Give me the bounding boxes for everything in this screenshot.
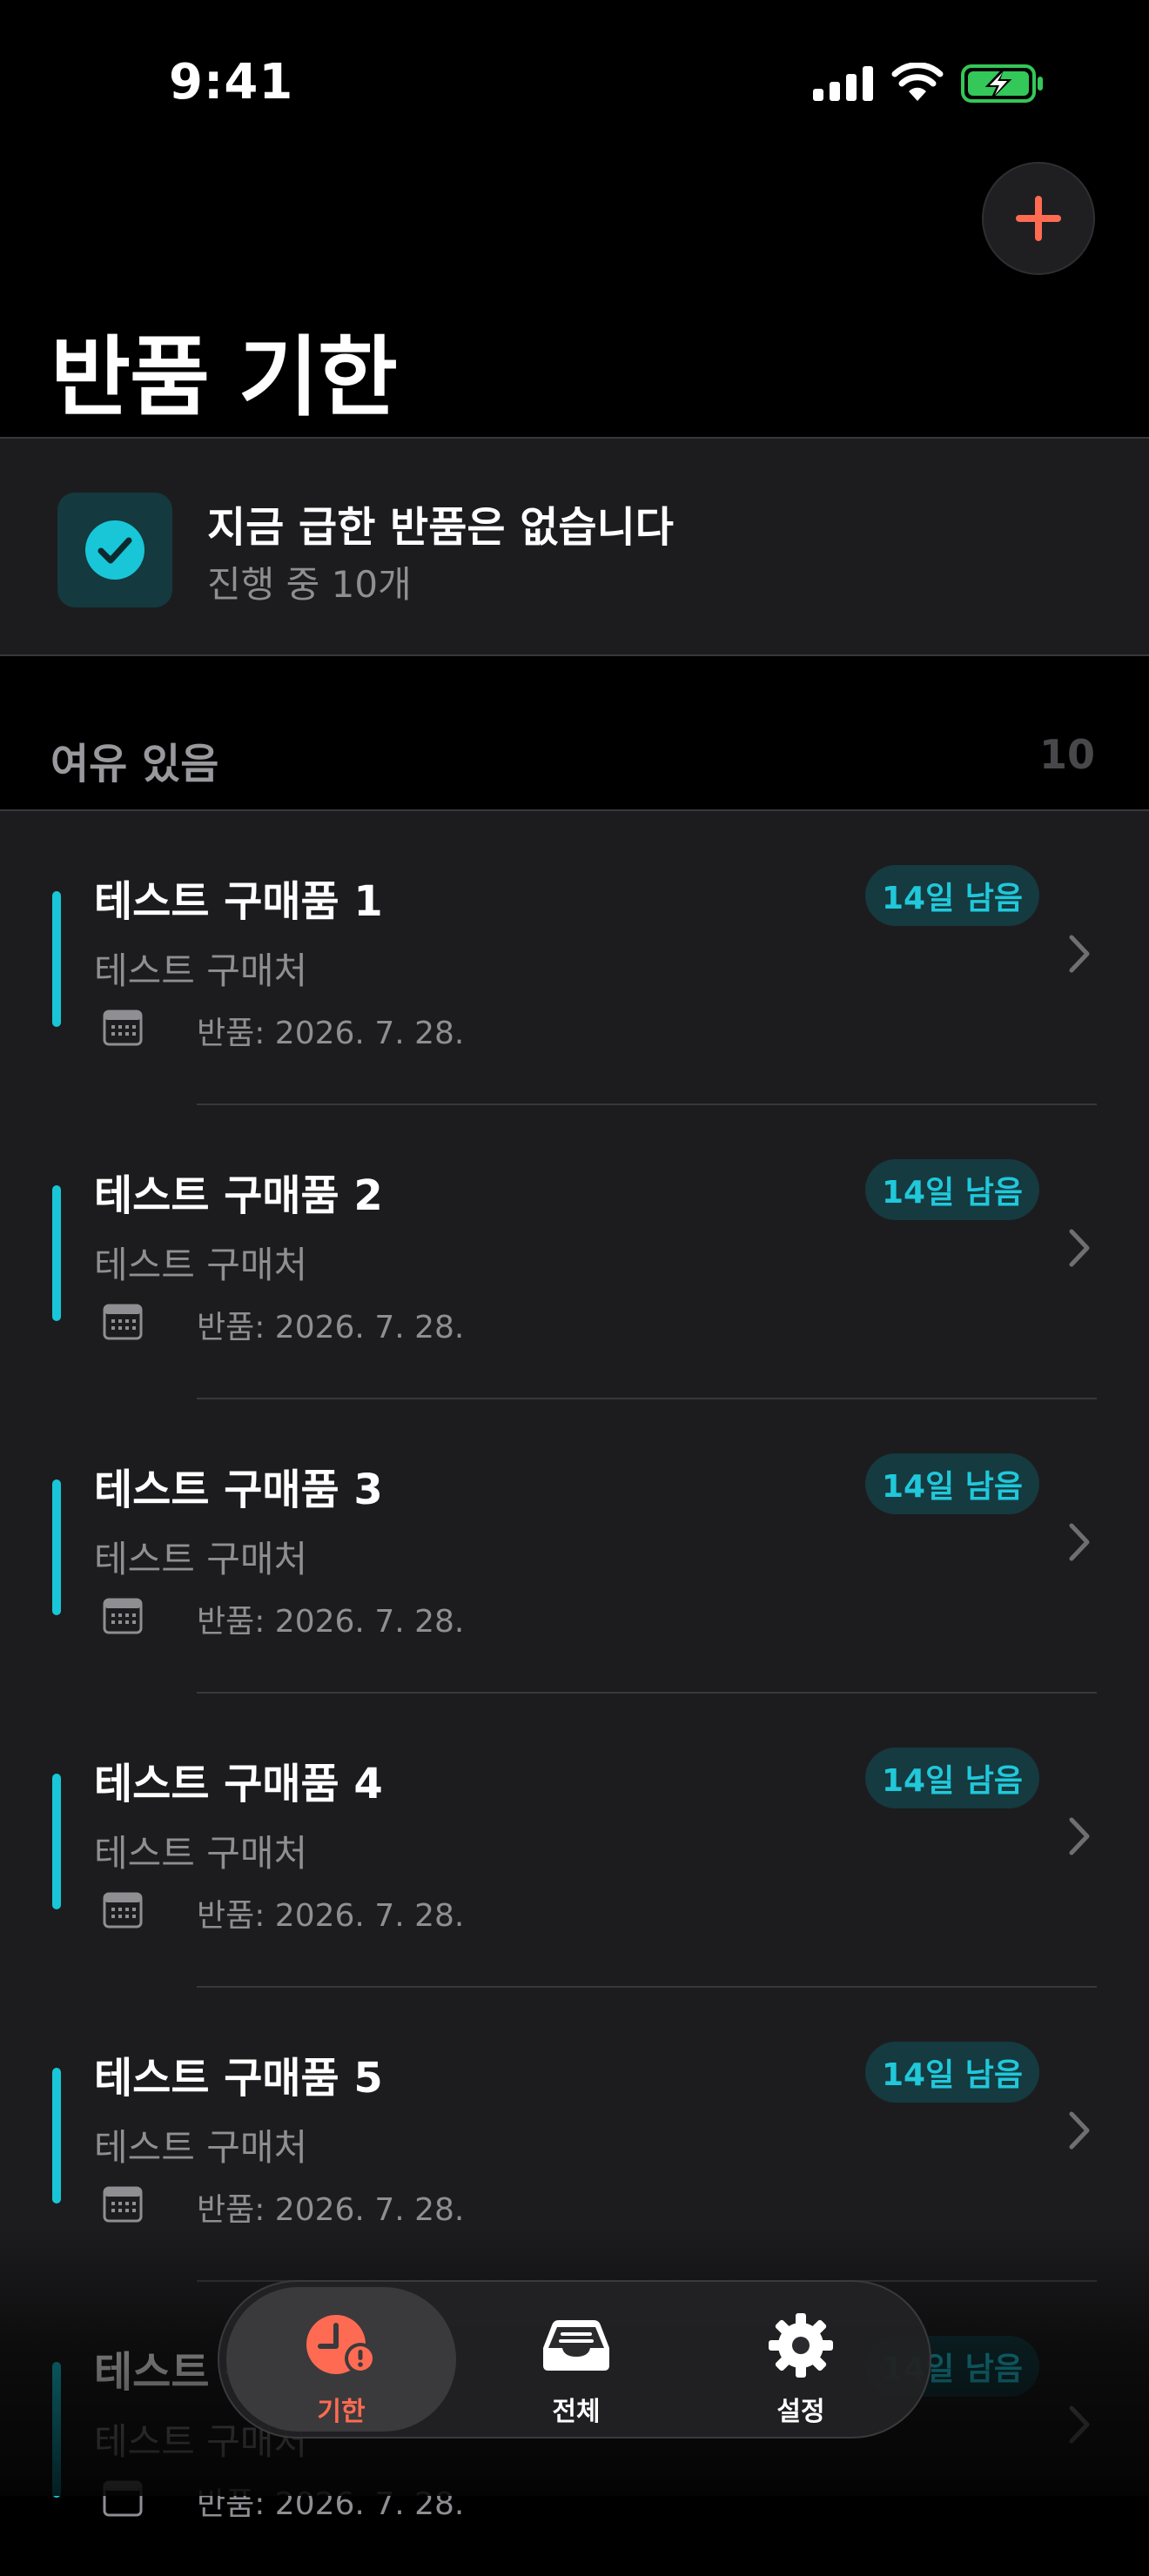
item-store: 테스트 구매처 [94, 1538, 308, 1580]
item-return-date: 반품: 2026. 7. 28. [197, 1604, 465, 1640]
chevron-right-icon [1069, 1523, 1090, 1561]
checkmark-icon [85, 520, 144, 580]
summary-status-icon [57, 493, 172, 607]
return-list: 테스트 구매품 1 테스트 구매처 반품: 2026. 7. 28. 14일 남… [0, 809, 1149, 2522]
status-bar: 9:41 [0, 0, 1149, 165]
calendar-icon [103, 1304, 143, 1340]
list-item[interactable]: 테스트 구매품 5 테스트 구매처 반품: 2026. 7. 28. 14일 남… [0, 1988, 1149, 2282]
calendar-icon [103, 1010, 143, 1046]
list-item[interactable]: 테스트 구매품 4 테스트 구매처 반품: 2026. 7. 28. 14일 남… [0, 1694, 1149, 1988]
tab-settings[interactable]: 설정 [686, 2287, 916, 2432]
tray-icon [543, 2320, 609, 2371]
battery-charging-icon [961, 64, 1043, 103]
summary-title: 지금 급한 반품은 없습니다 [207, 503, 674, 552]
item-title: 테스트 구매품 1 [94, 877, 383, 926]
clock-alert-icon [306, 2315, 376, 2374]
days-left-badge: 14일 남음 [865, 865, 1039, 926]
tab-label: 설정 [776, 2397, 825, 2427]
item-return-date: 반품: 2026. 7. 28. [197, 2486, 465, 2522]
item-return-date: 반품: 2026. 7. 28. [197, 1016, 465, 1051]
urgency-bar [52, 2068, 61, 2204]
item-store: 테스트 구매처 [94, 2126, 308, 2169]
item-return-date: 반품: 2026. 7. 28. [197, 1898, 465, 1934]
section-header: 여유 있음 10 [0, 661, 1149, 809]
chevron-right-icon [1069, 1229, 1090, 1267]
summary-subtitle: 진행 중 10개 [207, 563, 412, 606]
gear-icon [769, 2313, 833, 2378]
item-title: 테스트 구매품 2 [94, 1171, 383, 1220]
item-store: 테스트 구매처 [94, 949, 308, 992]
days-left-badge: 14일 남음 [865, 1748, 1039, 1808]
days-left-badge: 14일 남음 [865, 1159, 1039, 1220]
cellular-signal-icon [813, 66, 873, 101]
tab-label: 전체 [552, 2397, 601, 2427]
item-return-date: 반품: 2026. 7. 28. [197, 2192, 465, 2228]
tab-label: 기한 [317, 2397, 366, 2427]
item-return-date: 반품: 2026. 7. 28. [197, 1310, 465, 1345]
chevron-right-icon [1069, 2111, 1090, 2150]
list-item[interactable]: 테스트 구매품 2 테스트 구매처 반품: 2026. 7. 28. 14일 남… [0, 1105, 1149, 1399]
tab-deadline[interactable]: 기한 [226, 2287, 456, 2432]
item-title: 테스트 구매품 3 [94, 1466, 383, 1514]
item-store: 테스트 구매처 [94, 1244, 308, 1286]
chevron-right-icon [1069, 935, 1090, 973]
tab-all[interactable]: 전체 [461, 2287, 691, 2432]
list-item[interactable]: 테스트 구매품 1 테스트 구매처 반품: 2026. 7. 28. 14일 남… [0, 811, 1149, 1105]
plus-icon [1016, 196, 1061, 241]
wifi-icon [891, 63, 944, 101]
item-title: 테스트 구매품 5 [94, 2054, 383, 2103]
tab-bar: 기한 전체 설정 [218, 2280, 931, 2438]
urgency-bar [52, 1479, 61, 1615]
item-store: 테스트 구매처 [94, 1832, 308, 1875]
calendar-icon [103, 1892, 143, 1929]
chevron-right-icon [1069, 1817, 1090, 1855]
section-count: 10 [1038, 731, 1095, 778]
add-button[interactable] [982, 162, 1095, 275]
calendar-icon [103, 2186, 143, 2223]
calendar-icon [103, 1598, 143, 1634]
chevron-right-icon [1069, 2405, 1090, 2444]
days-left-badge: 14일 남음 [865, 1453, 1039, 1514]
days-left-badge: 14일 남음 [865, 2042, 1039, 2103]
urgency-bar [52, 1774, 61, 1909]
summary-card: 지금 급한 반품은 없습니다 진행 중 10개 [0, 437, 1149, 656]
section-title: 여유 있음 [50, 740, 219, 788]
item-title: 테스트 구매품 4 [94, 1760, 383, 1808]
status-time: 9:41 [169, 54, 294, 111]
urgency-bar [52, 1185, 61, 1321]
urgency-bar [52, 891, 61, 1027]
urgency-bar [52, 2362, 61, 2498]
list-item[interactable]: 테스트 구매품 3 테스트 구매처 반품: 2026. 7. 28. 14일 남… [0, 1399, 1149, 1694]
page-title: 반품 기한 [50, 326, 398, 428]
calendar-icon [103, 2480, 143, 2517]
